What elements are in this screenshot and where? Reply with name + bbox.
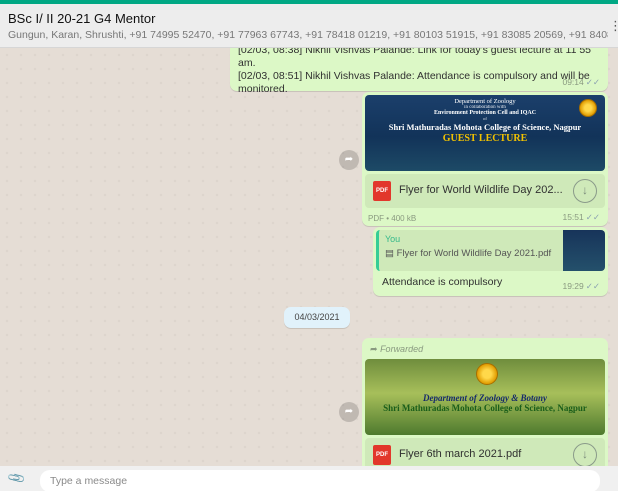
poster-college-text: Shri Mathuradas Mohota College of Scienc…	[388, 122, 582, 132]
message-input[interactable]	[40, 470, 600, 491]
document-message[interactable]: Department of Zoology in collaboration w…	[362, 92, 608, 226]
file-name[interactable]: Flyer 6th march 2021.pdf	[399, 448, 521, 460]
download-icon[interactable]: ↓	[573, 443, 597, 466]
quote-author: You	[385, 234, 401, 244]
poster-college-text: Shri Mathuradas Mohota College of Scienc…	[383, 403, 587, 413]
message-time: 09:14 ✓✓	[562, 77, 600, 88]
message-composer: 📎	[0, 466, 618, 491]
flyer-preview-image[interactable]: Department of Zoology & Botany Shri Math…	[365, 359, 605, 435]
pdf-icon: PDF	[373, 445, 391, 465]
message-bubble[interactable]: [02/03, 08:38] Nikhil Vishvas Palande: L…	[230, 48, 608, 95]
message-text: Attendance is compulsory	[382, 276, 503, 288]
group-members: Gungun, Karan, Shrushti, +91 74995 52470…	[8, 29, 608, 41]
file-name[interactable]: Flyer for World Wildlife Day 202...	[399, 184, 563, 196]
file-attachment-row[interactable]: PDF Flyer for World Wildlife Day 202... …	[365, 174, 605, 208]
read-ticks-icon: ✓✓	[585, 212, 600, 222]
chat-header[interactable]: BSc I/ II 20-21 G4 Mentor Gungun, Karan,…	[0, 4, 618, 48]
pdf-icon: PDF	[373, 181, 391, 201]
file-meta: PDF • 400 kB	[368, 214, 417, 223]
message-text-line: [02/03, 08:38] Nikhil Vishvas Palande: L…	[238, 48, 592, 69]
forwarded-document-message[interactable]: ➦ Forwarded Department of Zoology & Bota…	[362, 338, 608, 466]
message-time-text: 09:14	[562, 77, 584, 87]
message-time-text: 19:29	[562, 281, 584, 291]
reply-message[interactable]: You ▤ Flyer for World Wildlife Day 2021.…	[373, 227, 608, 296]
message-time: 19:29 ✓✓	[562, 281, 600, 292]
read-ticks-icon: ✓✓	[585, 281, 600, 291]
file-attachment-row[interactable]: PDF Flyer 6th march 2021.pdf ↓	[365, 438, 605, 466]
date-separator: 04/03/2021	[284, 307, 350, 328]
menu-icon[interactable]: ⋮	[609, 18, 618, 34]
document-icon: ▤	[385, 248, 394, 259]
quote-document-name: Flyer for World Wildlife Day 2021.pdf	[396, 248, 552, 259]
poster-collab-text: in collaboration with	[464, 105, 506, 110]
quoted-message[interactable]: You ▤ Flyer for World Wildlife Day 2021.…	[376, 230, 605, 271]
forward-icon[interactable]: ➦	[339, 402, 359, 422]
poster-dept-text: Department of Zoology & Botany	[423, 393, 547, 403]
college-seal-icon	[579, 99, 597, 117]
forwarded-label: ➦ Forwarded	[365, 341, 605, 359]
flyer-preview-image[interactable]: Department of Zoology in collaboration w…	[365, 95, 605, 171]
forward-icon[interactable]: ➦	[339, 150, 359, 170]
college-seal-icon	[476, 363, 498, 385]
attach-icon[interactable]: 📎	[6, 468, 26, 488]
poster-guest-lecture-text: GUEST LECTURE	[442, 133, 528, 144]
group-title[interactable]: BSc I/ II 20-21 G4 Mentor	[8, 11, 610, 26]
forwarded-text: Forwarded	[380, 344, 424, 354]
message-text-line: [02/03, 08:51] Nikhil Vishvas Palande: A…	[238, 70, 590, 82]
read-ticks-icon: ✓✓	[585, 77, 600, 87]
message-time: 15:51 ✓✓	[562, 212, 600, 223]
message-time-text: 15:51	[562, 212, 584, 222]
download-icon[interactable]: ↓	[573, 179, 597, 203]
quote-thumbnail	[563, 230, 605, 271]
message-list[interactable]: [02/03, 08:38] Nikhil Vishvas Palande: L…	[0, 48, 618, 466]
quote-document: ▤ Flyer for World Wildlife Day 2021.pdf	[385, 248, 551, 259]
forwarded-arrow-icon: ➦	[370, 344, 378, 354]
poster-of-text: of	[483, 116, 487, 121]
poster-dept-text: Department of Zoology	[454, 98, 516, 105]
